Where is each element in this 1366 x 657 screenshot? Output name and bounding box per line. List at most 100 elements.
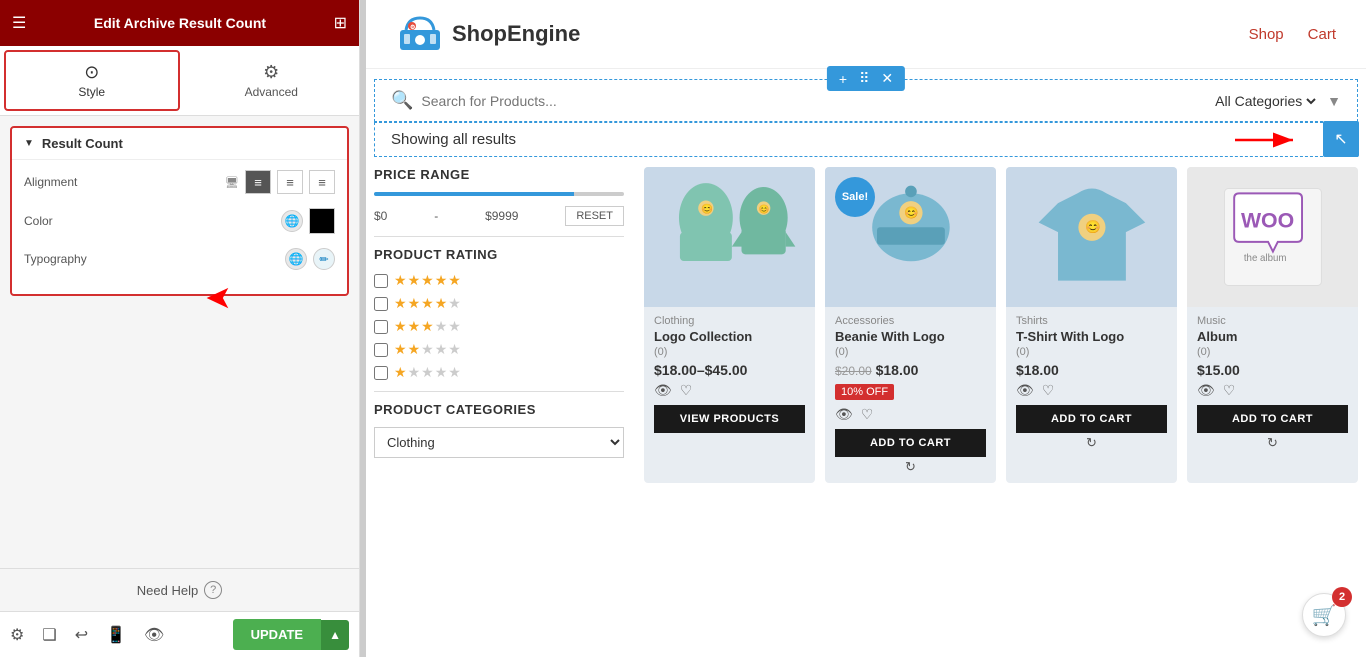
- rating-4-checkbox[interactable]: [374, 297, 388, 311]
- grid-icon[interactable]: ⊞: [334, 13, 347, 33]
- typography-controls: 🌐 ✏: [285, 248, 335, 270]
- svg-text:⚙: ⚙: [410, 24, 415, 31]
- product-info-2: Accessories Beanie With Logo (0) $20.00 …: [825, 307, 996, 483]
- stars-1: ★ ★ ★ ★ ★: [394, 364, 461, 381]
- wishlist-icon-4[interactable]: ♡: [1223, 382, 1236, 399]
- cart-area: 2 🛒: [1302, 593, 1346, 637]
- product-category-1: Clothing: [654, 315, 805, 327]
- search-input[interactable]: [421, 93, 1203, 109]
- refresh-icon-3[interactable]: ↻: [1086, 435, 1097, 451]
- menu-icon[interactable]: ☰: [12, 13, 26, 33]
- price-reset-button[interactable]: RESET: [565, 206, 624, 226]
- alignment-controls: 🖥 ≡ ≡ ≡: [225, 170, 335, 194]
- product-categories-title: PRODUCT CATEGORIES: [374, 402, 624, 417]
- refresh-icon-4[interactable]: ↻: [1267, 435, 1278, 451]
- result-count-bar: Showing all results ↖: [374, 122, 1358, 157]
- product-name-3: T-Shirt With Logo: [1016, 329, 1167, 344]
- typography-pencil-icon[interactable]: ✏: [313, 248, 335, 270]
- product-actions-2: 👁 ♡: [835, 406, 986, 423]
- widget-close-button[interactable]: ✕: [879, 70, 895, 87]
- rating-5-checkbox[interactable]: [374, 274, 388, 288]
- align-left-button[interactable]: ≡: [245, 170, 271, 194]
- alignment-row: Alignment 🖥 ≡ ≡ ≡: [24, 170, 335, 194]
- svg-text:😊: 😊: [701, 203, 713, 215]
- product-image-4: WOO the album: [1187, 167, 1358, 307]
- categories-dropdown[interactable]: Clothing: [374, 427, 624, 458]
- refresh-icon-2[interactable]: ↻: [905, 459, 916, 475]
- product-svg-4: WOO the album: [1196, 174, 1350, 300]
- new-price-2: $18.00: [876, 362, 919, 378]
- stars-4: ★ ★ ★ ★ ★: [394, 295, 461, 312]
- align-center-button[interactable]: ≡: [277, 170, 303, 194]
- edit-result-count-button[interactable]: ↖: [1323, 121, 1359, 157]
- nav-cart-link[interactable]: Cart: [1308, 26, 1336, 43]
- shop-main: PRICE RANGE $0 - $9999 RESET PRODUCT RAT…: [366, 157, 1366, 493]
- star-5: ★: [448, 272, 461, 289]
- add-to-cart-button-3[interactable]: ADD TO CART: [1016, 405, 1167, 433]
- update-button[interactable]: UPDATE: [233, 619, 321, 650]
- rating-1-checkbox[interactable]: [374, 366, 388, 380]
- color-swatch[interactable]: [309, 208, 335, 234]
- wishlist-icon-1[interactable]: ♡: [680, 382, 693, 399]
- rating-row-4: ★ ★ ★ ★ ★: [374, 295, 624, 312]
- add-to-cart-button-2[interactable]: ADD TO CART: [835, 429, 986, 457]
- view-icon-2[interactable]: 👁: [835, 406, 853, 423]
- divider-1: [374, 236, 624, 237]
- view-icon-3[interactable]: 👁: [1016, 382, 1034, 399]
- product-actions-4: 👁 ♡: [1197, 382, 1348, 399]
- view-icon-1[interactable]: 👁: [654, 382, 672, 399]
- shop-sidebar: PRICE RANGE $0 - $9999 RESET PRODUCT RAT…: [374, 157, 634, 493]
- view-products-button-1[interactable]: VIEW PRODUCTS: [654, 405, 805, 433]
- divider-2: [374, 391, 624, 392]
- preview-icon[interactable]: 👁: [144, 625, 164, 645]
- tab-style-label: Style: [78, 85, 105, 99]
- align-right-button[interactable]: ≡: [309, 170, 335, 194]
- product-price-4: $15.00: [1197, 362, 1348, 378]
- cart-badge: 2: [1332, 587, 1352, 607]
- help-icon[interactable]: ?: [204, 581, 222, 599]
- widget-add-button[interactable]: +: [837, 71, 849, 87]
- responsive-icon[interactable]: 📱: [106, 625, 126, 645]
- price-range-title: PRICE RANGE: [374, 167, 624, 182]
- tab-style[interactable]: ⊙ Style: [4, 50, 180, 111]
- shop-logo-text: ShopEngine: [452, 21, 580, 47]
- add-to-cart-button-4[interactable]: ADD TO CART: [1197, 405, 1348, 433]
- color-row: Color 🌐: [24, 208, 335, 234]
- price-max: $9999: [485, 209, 518, 223]
- product-price-3: $18.00: [1016, 362, 1167, 378]
- product-category-2: Accessories: [835, 315, 986, 327]
- settings-icon[interactable]: ⚙: [10, 625, 24, 645]
- left-panel: ☰ Edit Archive Result Count ⊞ ⊙ Style ⚙ …: [0, 0, 360, 657]
- nav-shop-link[interactable]: Shop: [1249, 26, 1284, 43]
- stars-2: ★ ★ ★ ★ ★: [394, 341, 461, 358]
- view-icon-4[interactable]: 👁: [1197, 382, 1215, 399]
- update-dropdown-button[interactable]: ▲: [321, 620, 349, 650]
- search-icon[interactable]: 🔍: [391, 90, 413, 111]
- price-range-slider[interactable]: [374, 192, 624, 196]
- rating-3-checkbox[interactable]: [374, 320, 388, 334]
- section-header-result-count[interactable]: ▼ Result Count: [12, 128, 347, 160]
- typography-globe-icon[interactable]: 🌐: [285, 248, 307, 270]
- product-rating-title: PRODUCT RATING: [374, 247, 624, 262]
- product-svg-1: 😊 😊: [653, 174, 807, 300]
- bottom-toolbar: ⚙ ❑ ↩ 📱 👁 UPDATE ▲: [0, 611, 359, 657]
- product-price-2: $20.00 $18.00: [835, 362, 986, 378]
- widget-move-button[interactable]: ⠿: [857, 70, 871, 87]
- layers-icon[interactable]: ❑: [42, 625, 56, 645]
- rating-row-1: ★ ★ ★ ★ ★: [374, 364, 624, 381]
- wishlist-icon-3[interactable]: ♡: [1042, 382, 1055, 399]
- typography-row: Typography 🌐 ✏: [24, 248, 335, 270]
- categories-select[interactable]: All Categories: [1211, 92, 1319, 110]
- product-info-3: Tshirts T-Shirt With Logo (0) $18.00 👁 ♡…: [1006, 307, 1177, 459]
- product-card-2: Sale! 😊 Accessories Beanie With Logo (0): [825, 167, 996, 483]
- star-4: ★: [435, 272, 448, 289]
- rating-2-checkbox[interactable]: [374, 343, 388, 357]
- sale-badge-2: Sale!: [835, 177, 875, 217]
- star-2: ★: [408, 272, 421, 289]
- history-icon[interactable]: ↩: [75, 625, 88, 645]
- tab-advanced-label: Advanced: [245, 85, 298, 99]
- color-globe-icon[interactable]: 🌐: [281, 210, 303, 232]
- product-actions-3: 👁 ♡: [1016, 382, 1167, 399]
- wishlist-icon-2[interactable]: ♡: [861, 406, 874, 423]
- tab-advanced[interactable]: ⚙ Advanced: [184, 46, 360, 115]
